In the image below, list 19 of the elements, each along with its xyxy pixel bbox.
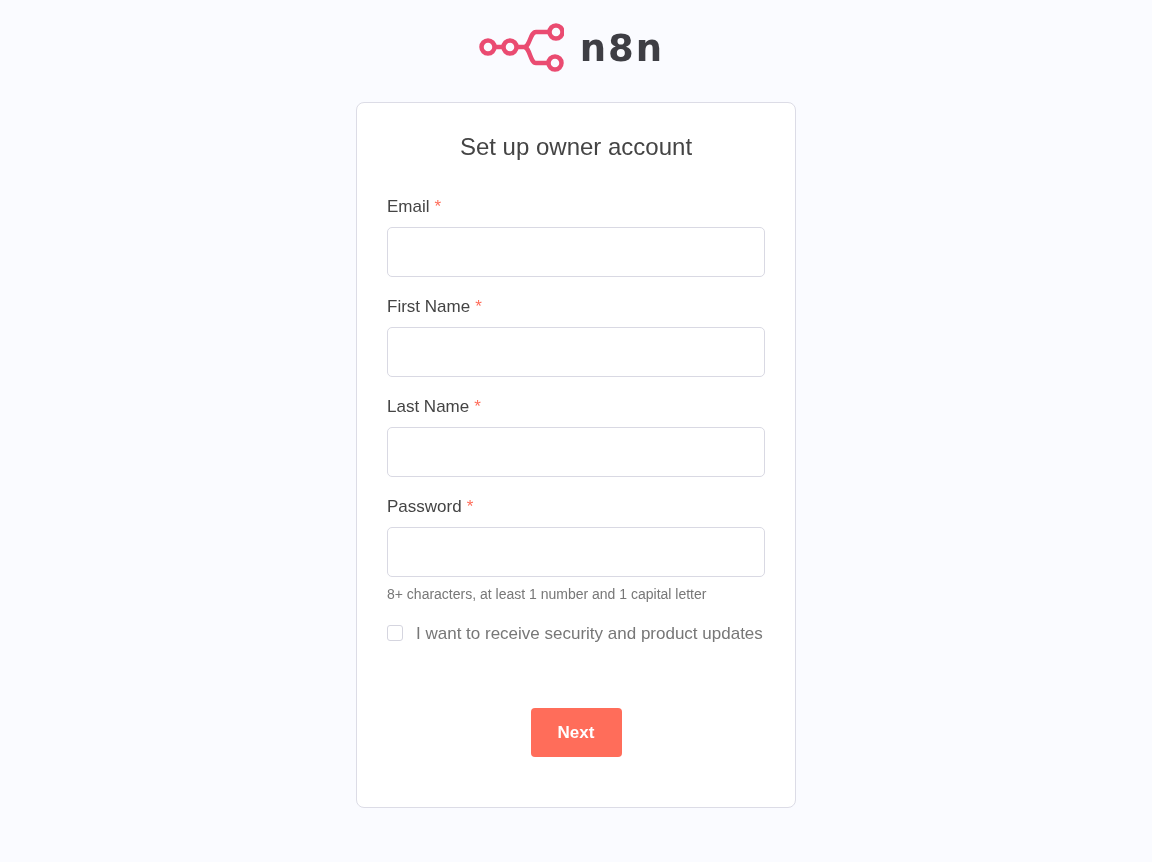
form-title: Set up owner account (458, 133, 694, 161)
field-hint: 8+ characters, at least 1 number and 1 capital letter (387, 586, 708, 602)
next-button[interactable]: Next (530, 708, 622, 757)
required-mark: * (434, 197, 442, 217)
field-label: First Name (387, 297, 471, 317)
input-field[interactable] (387, 427, 765, 477)
brand-name: n8n (579, 26, 665, 70)
checkbox[interactable] (387, 625, 403, 641)
field-label: Password (387, 497, 462, 517)
input-field[interactable] (387, 527, 765, 577)
field-label: Email (387, 197, 430, 217)
input-field[interactable] (387, 227, 765, 277)
logo-icon (477, 21, 564, 75)
required-mark: * (475, 297, 482, 317)
required-mark: * (466, 497, 474, 517)
input-field[interactable] (387, 327, 765, 377)
field-label: Last Name (387, 397, 470, 417)
required-mark: * (474, 397, 481, 417)
checkbox-label: I want to receive security and product updates (416, 623, 763, 645)
